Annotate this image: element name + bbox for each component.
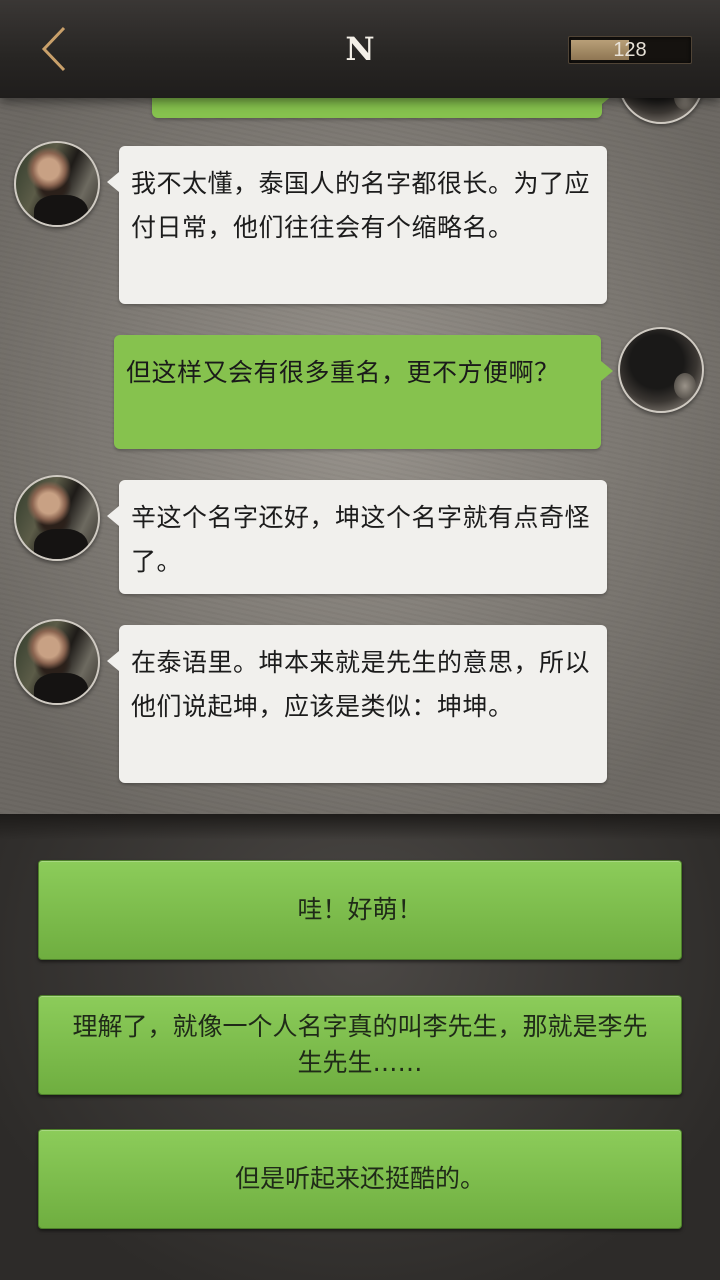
chat-bubble-right: 但这样又会有很多重名，更不方便啊？ xyxy=(114,335,613,449)
option-label: 但是听起来还挺酷的。 xyxy=(234,1164,485,1193)
chat-bubble-left: 在泰语里。坤本来就是先生的意思，所以他们说起坤，应该是类似：坤坤。 xyxy=(107,625,607,783)
reply-option-button[interactable]: 哇！好萌！ xyxy=(38,860,682,960)
man-avatar[interactable] xyxy=(14,141,100,227)
chat-bubble-right xyxy=(152,98,614,118)
man-avatar[interactable] xyxy=(14,475,100,561)
back-button[interactable] xyxy=(30,22,80,76)
message-text: 在泰语里。坤本来就是先生的意思，所以他们说起坤，应该是类似：坤坤。 xyxy=(131,648,591,721)
message-text: 我不太懂，泰国人的名字都很长。为了应付日常，他们往往会有个缩略名。 xyxy=(131,169,591,242)
option-label: 理解了，就像一个人名字真的叫李先生，那就是李先生先生…… xyxy=(72,1012,648,1077)
message-text: 但这样又会有很多重名，更不方便啊？ xyxy=(126,358,560,387)
chevron-left-icon xyxy=(41,26,66,72)
reply-option-button[interactable]: 理解了，就像一个人名字真的叫李先生，那就是李先生先生…… xyxy=(38,995,682,1095)
page-title: N xyxy=(345,30,375,68)
reply-options: 哇！好萌！ 理解了，就像一个人名字真的叫李先生，那就是李先生先生…… 但是听起来… xyxy=(0,814,720,1280)
coin-value: 128 xyxy=(613,39,647,61)
chat-bubble-left: 我不太懂，泰国人的名字都很长。为了应付日常，他们往往会有个缩略名。 xyxy=(107,146,607,304)
dark-avatar[interactable] xyxy=(618,327,704,413)
message-text: 辛这个名字还好，坤这个名字就有点奇怪了。 xyxy=(131,503,591,576)
man-avatar[interactable] xyxy=(14,619,100,705)
top-bar: N 128 xyxy=(0,0,720,98)
option-label: 哇！好萌！ xyxy=(297,895,423,924)
dark-avatar[interactable] xyxy=(618,98,704,124)
coin-counter: 128 xyxy=(568,36,692,64)
chat-area[interactable]: 我不太懂，泰国人的名字都很长。为了应付日常，他们往往会有个缩略名。 但这样又会有… xyxy=(0,98,720,814)
chat-bubble-left: 辛这个名字还好，坤这个名字就有点奇怪了。 xyxy=(107,480,607,594)
reply-option-button[interactable]: 但是听起来还挺酷的。 xyxy=(38,1129,682,1229)
